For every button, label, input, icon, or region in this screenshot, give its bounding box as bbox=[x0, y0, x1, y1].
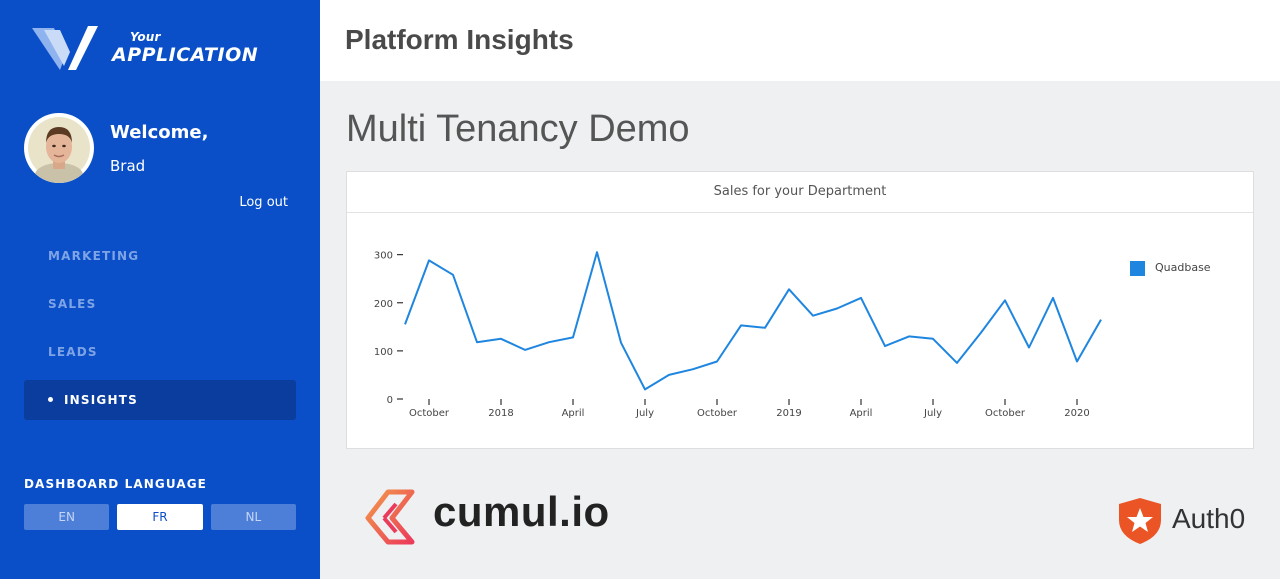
brand-name: APPLICATION bbox=[112, 44, 259, 66]
y-tick-label: 100 bbox=[374, 347, 393, 358]
sidebar-item-insights[interactable]: INSIGHTS bbox=[24, 380, 296, 420]
data-point[interactable] bbox=[763, 325, 768, 330]
cumul-logo-text: cumul.io bbox=[433, 488, 610, 535]
data-point[interactable] bbox=[595, 250, 600, 255]
data-point[interactable] bbox=[907, 334, 912, 339]
data-point[interactable] bbox=[643, 387, 648, 392]
data-point[interactable] bbox=[475, 340, 480, 345]
top-header: Platform Insights bbox=[320, 0, 1280, 81]
sidebar-item-marketing[interactable]: MARKETING bbox=[24, 236, 296, 276]
data-point[interactable] bbox=[715, 359, 720, 364]
x-tick-label: October bbox=[409, 408, 450, 419]
lang-nl-button[interactable]: NL bbox=[210, 504, 296, 530]
logout-link[interactable]: Log out bbox=[239, 195, 288, 210]
y-tick-label: 200 bbox=[374, 299, 393, 310]
sidebar-item-sales[interactable]: SALES bbox=[24, 284, 296, 324]
data-point[interactable] bbox=[955, 360, 960, 365]
y-tick-label: 300 bbox=[374, 251, 393, 262]
data-point[interactable] bbox=[427, 258, 432, 263]
chart-card: Sales for your Department 0 100 200 300 Octo… bbox=[346, 171, 1254, 449]
data-point[interactable] bbox=[451, 272, 456, 277]
y-tick-label: 0 bbox=[387, 395, 393, 406]
auth0-logo-text: Auth0 bbox=[1172, 503, 1246, 534]
data-point[interactable] bbox=[979, 330, 984, 335]
x-tick-label: 2019 bbox=[776, 408, 801, 419]
chart-title: Sales for your Department bbox=[347, 172, 1253, 213]
data-point[interactable] bbox=[883, 344, 888, 349]
avatar[interactable] bbox=[24, 113, 94, 183]
x-tick-label: 2020 bbox=[1064, 408, 1089, 419]
x-tick-label: October bbox=[697, 408, 738, 419]
language-section-title: DASHBOARD LANGUAGE bbox=[24, 477, 207, 491]
data-point[interactable] bbox=[499, 336, 504, 341]
brand-small-text: Your bbox=[130, 30, 161, 44]
lang-en-button[interactable]: EN bbox=[24, 504, 110, 530]
data-point[interactable] bbox=[1003, 298, 1008, 303]
sales-line-chart[interactable]: 0 100 200 300 October 2018 April July October 201… bbox=[347, 213, 1253, 447]
lang-fr-button[interactable]: FR bbox=[117, 504, 203, 530]
data-point[interactable] bbox=[1075, 359, 1080, 364]
cumul-logo-icon bbox=[365, 489, 415, 545]
data-point[interactable] bbox=[1099, 317, 1104, 322]
data-point[interactable] bbox=[739, 323, 744, 328]
x-tick-label: July bbox=[635, 408, 654, 419]
data-point[interactable] bbox=[835, 306, 840, 311]
dashboard-title: Multi Tenancy Demo bbox=[346, 108, 690, 150]
data-point[interactable] bbox=[931, 336, 936, 341]
user-photo bbox=[28, 117, 90, 183]
data-point[interactable] bbox=[547, 340, 552, 345]
x-tick-label: 2018 bbox=[488, 408, 513, 419]
sidebar-item-leads[interactable]: LEADS bbox=[24, 332, 296, 372]
logo-mark-icon bbox=[32, 26, 98, 70]
sidebar-item-label: INSIGHTS bbox=[64, 393, 138, 407]
data-point[interactable] bbox=[811, 313, 816, 318]
data-point[interactable] bbox=[1027, 345, 1032, 350]
data-point[interactable] bbox=[523, 347, 528, 352]
language-switcher: EN FR NL bbox=[24, 504, 296, 530]
data-point[interactable] bbox=[619, 340, 624, 345]
sidebar-item-label: LEADS bbox=[48, 345, 98, 359]
welcome-text: Welcome, bbox=[110, 122, 209, 143]
page-title: Platform Insights bbox=[345, 24, 574, 55]
sidebar-item-label: SALES bbox=[48, 297, 97, 311]
data-point[interactable] bbox=[403, 322, 408, 327]
auth0-logo-icon bbox=[1119, 498, 1161, 544]
data-point[interactable] bbox=[1051, 295, 1056, 300]
x-tick-label: July bbox=[923, 408, 942, 419]
sidebar-item-label: MARKETING bbox=[48, 249, 140, 263]
app-logo[interactable]: Your APPLICATION bbox=[30, 22, 290, 74]
data-point[interactable] bbox=[571, 335, 576, 340]
legend-swatch[interactable] bbox=[1130, 261, 1145, 276]
data-point[interactable] bbox=[691, 367, 696, 372]
legend-label[interactable]: Quadbase bbox=[1155, 261, 1211, 274]
data-point[interactable] bbox=[787, 287, 792, 292]
series-line-quadbase[interactable] bbox=[404, 251, 1102, 391]
data-point[interactable] bbox=[667, 372, 672, 377]
data-point[interactable] bbox=[859, 295, 864, 300]
user-name: Brad bbox=[110, 157, 146, 175]
sidebar: Your APPLICATION Welcome, Brad Log out M… bbox=[0, 0, 320, 579]
x-tick-label: October bbox=[985, 408, 1026, 419]
sidebar-nav: MARKETING SALES LEADS INSIGHTS bbox=[24, 236, 296, 428]
x-tick-label: April bbox=[850, 408, 873, 419]
x-tick-label: April bbox=[562, 408, 585, 419]
active-dot-icon bbox=[48, 397, 53, 402]
